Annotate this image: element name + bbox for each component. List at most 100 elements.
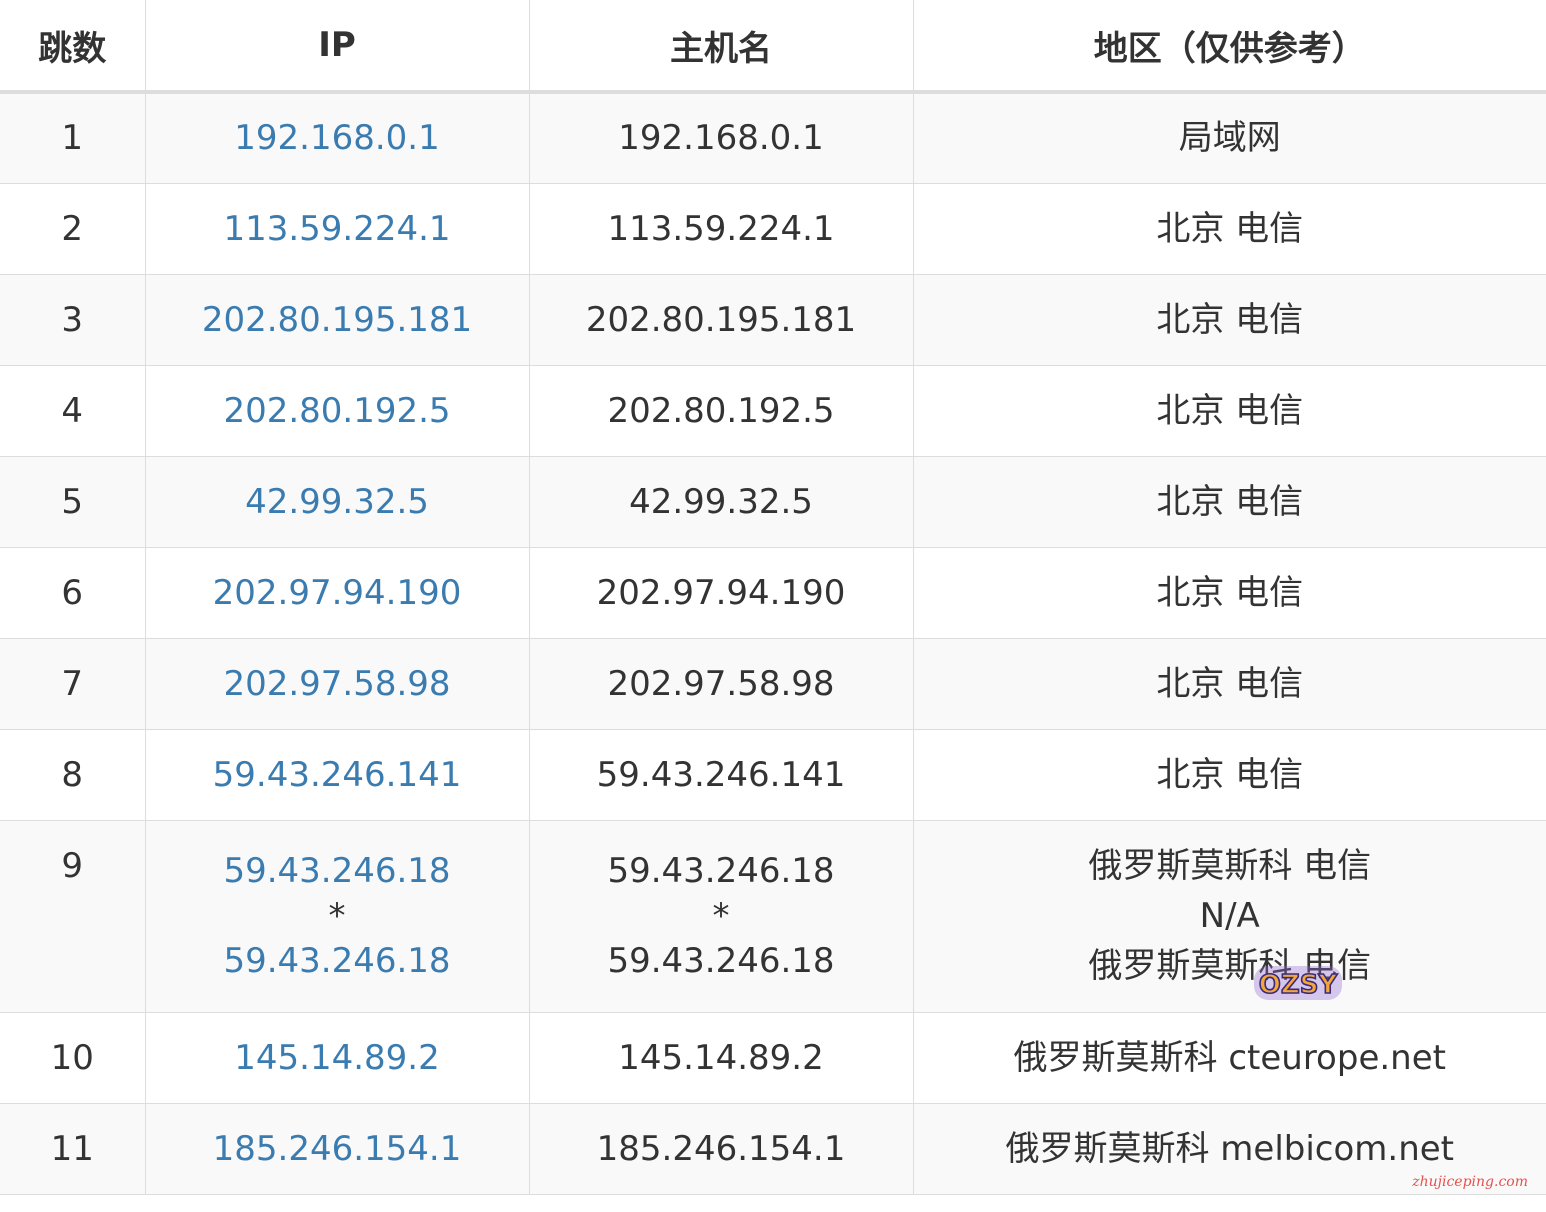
watermark-logo: OZSY: [1254, 966, 1342, 1001]
cell-region: 俄罗斯莫斯科 电信 N/A 俄罗斯莫斯科 电信: [913, 820, 1546, 1013]
host-value: 202.80.192.5: [607, 390, 835, 431]
region-value: 俄罗斯莫斯科 melbicom.net: [1005, 1128, 1455, 1169]
cell-ip: 192.168.0.1: [145, 92, 530, 184]
ip-link[interactable]: 42.99.32.5: [146, 477, 529, 527]
cell-region: 局域网: [913, 92, 1546, 184]
cell-region: 北京 电信: [913, 547, 1546, 639]
region-value: 俄罗斯莫斯科 cteurope.net: [1013, 1037, 1446, 1078]
table-row: 6 202.97.94.190 202.97.94.190 北京 电信: [0, 547, 1546, 639]
cell-ip: 42.99.32.5: [145, 456, 530, 548]
cell-region: 北京 电信: [913, 365, 1546, 457]
cell-region: 北京 电信: [913, 456, 1546, 548]
region-value: 北京 电信: [1156, 754, 1304, 795]
header-hop: 跳数: [0, 0, 146, 94]
traceroute-table: 跳数 IP 主机名 地区（仅供参考） 1 192.168.0.1 192.168.0…: [0, 0, 1546, 1195]
cell-host: 202.80.195.181: [529, 274, 914, 366]
host-value: 113.59.224.1: [607, 208, 835, 249]
table-row: 1 192.168.0.1 192.168.0.1 局域网: [0, 92, 1546, 184]
cell-host: 42.99.32.5: [529, 456, 914, 548]
host-value: 59.43.246.18: [607, 851, 835, 891]
cell-hop: 3: [0, 274, 146, 366]
cell-hop: 10: [0, 1012, 146, 1104]
cell-ip: 202.97.58.98: [145, 638, 530, 730]
cell-hop: 2: [0, 183, 146, 275]
ip-link[interactable]: 59.43.246.141: [146, 750, 529, 800]
region-value: 北京 电信: [1156, 299, 1304, 340]
table-row: 7 202.97.58.98 202.97.58.98 北京 电信: [0, 638, 1546, 730]
table-row: 2 113.59.224.1 113.59.224.1 北京 电信: [0, 183, 1546, 275]
cell-region: 北京 电信: [913, 183, 1546, 275]
cell-ip: 113.59.224.1: [145, 183, 530, 275]
cell-host: 145.14.89.2: [529, 1012, 914, 1104]
region-value: 俄罗斯莫斯科 电信: [1088, 946, 1372, 986]
cell-host: 202.97.94.190: [529, 547, 914, 639]
cell-host: 185.246.154.1: [529, 1103, 914, 1195]
cell-ip: 59.43.246.141: [145, 729, 530, 821]
region-value: 北京 电信: [1156, 572, 1304, 613]
host-value: 185.246.154.1: [596, 1128, 846, 1169]
cell-region: 北京 电信: [913, 729, 1546, 821]
cell-hop: 8: [0, 729, 146, 821]
region-value: 北京 电信: [1156, 208, 1304, 249]
ip-link[interactable]: 192.168.0.1: [146, 113, 529, 163]
cell-host: 192.168.0.1: [529, 92, 914, 184]
cell-ip: 59.43.246.18 * 59.43.246.18: [145, 820, 530, 1013]
ip-link[interactable]: 145.14.89.2: [146, 1033, 529, 1083]
cell-hop: 9: [0, 820, 146, 1013]
cell-region: 北京 电信: [913, 274, 1546, 366]
cell-region: 俄罗斯莫斯科 cteurope.net: [913, 1012, 1546, 1104]
cell-ip: 202.80.195.181: [145, 274, 530, 366]
cell-hop: 6: [0, 547, 146, 639]
cell-hop: 11: [0, 1103, 146, 1195]
cell-ip: 202.80.192.5: [145, 365, 530, 457]
host-value: 202.80.195.181: [585, 299, 857, 340]
cell-hop: 7: [0, 638, 146, 730]
cell-ip: 145.14.89.2: [145, 1012, 530, 1104]
cell-ip: 185.246.154.1: [145, 1103, 530, 1195]
table-body: 1 192.168.0.1 192.168.0.1 局域网 2 113.59.224.1 1…: [0, 92, 1546, 1195]
table-row: 10 145.14.89.2 145.14.89.2 俄罗斯莫斯科 cteurope.…: [0, 1012, 1546, 1104]
table-row: 8 59.43.246.141 59.43.246.141 北京 电信: [0, 729, 1546, 821]
host-value: 202.97.58.98: [607, 663, 835, 704]
table-row: 4 202.80.192.5 202.80.192.5 北京 电信: [0, 365, 1546, 457]
ip-link[interactable]: 202.80.195.181: [146, 295, 529, 345]
header-row: 跳数 IP 主机名 地区（仅供参考）: [0, 0, 1546, 94]
region-value: 北京 电信: [1156, 481, 1304, 522]
cell-hop: 5: [0, 456, 146, 548]
region-value: 北京 电信: [1156, 663, 1304, 704]
host-value: 59.43.246.141: [596, 754, 846, 795]
region-value: 俄罗斯莫斯科 电信: [1088, 846, 1372, 886]
ip-link[interactable]: 202.80.192.5: [146, 386, 529, 436]
cell-host: 59.43.246.18 * 59.43.246.18: [529, 820, 914, 1013]
host-value: *: [712, 896, 730, 936]
host-value: 192.168.0.1: [618, 118, 824, 159]
table-row: 5 42.99.32.5 42.99.32.5 北京 电信: [0, 456, 1546, 548]
ip-link[interactable]: 113.59.224.1: [146, 204, 529, 254]
watermark-logo-text: OZSY: [1259, 970, 1339, 1000]
header-host: 主机名: [529, 0, 914, 94]
watermark-site: zhujiceping.com: [1412, 1174, 1528, 1190]
region-value: 局域网: [1178, 118, 1281, 159]
cell-hop: 1: [0, 92, 146, 184]
host-value: 59.43.246.18: [607, 941, 835, 981]
ip-link[interactable]: 202.97.94.190: [146, 568, 529, 618]
cell-hop: 4: [0, 365, 146, 457]
region-value: 北京 电信: [1156, 390, 1304, 431]
table-row: 11 185.246.154.1 185.246.154.1 俄罗斯莫斯科 melbi…: [0, 1103, 1546, 1195]
header-region: 地区（仅供参考）: [913, 0, 1546, 94]
ip-link[interactable]: 185.246.154.1: [146, 1124, 529, 1174]
cell-region: 北京 电信: [913, 638, 1546, 730]
ip-link[interactable]: 202.97.58.98: [146, 659, 529, 709]
cell-host: 113.59.224.1: [529, 183, 914, 275]
ip-value: *: [328, 896, 346, 936]
cell-ip: 202.97.94.190: [145, 547, 530, 639]
ip-link[interactable]: 59.43.246.18: [146, 846, 529, 896]
host-value: 42.99.32.5: [629, 481, 813, 522]
cell-host: 202.97.58.98: [529, 638, 914, 730]
header-ip: IP: [145, 0, 530, 94]
region-value: N/A: [1199, 896, 1260, 936]
cell-host: 59.43.246.141: [529, 729, 914, 821]
cell-host: 202.80.192.5: [529, 365, 914, 457]
ip-link[interactable]: 59.43.246.18: [146, 936, 529, 986]
host-value: 145.14.89.2: [618, 1037, 824, 1078]
